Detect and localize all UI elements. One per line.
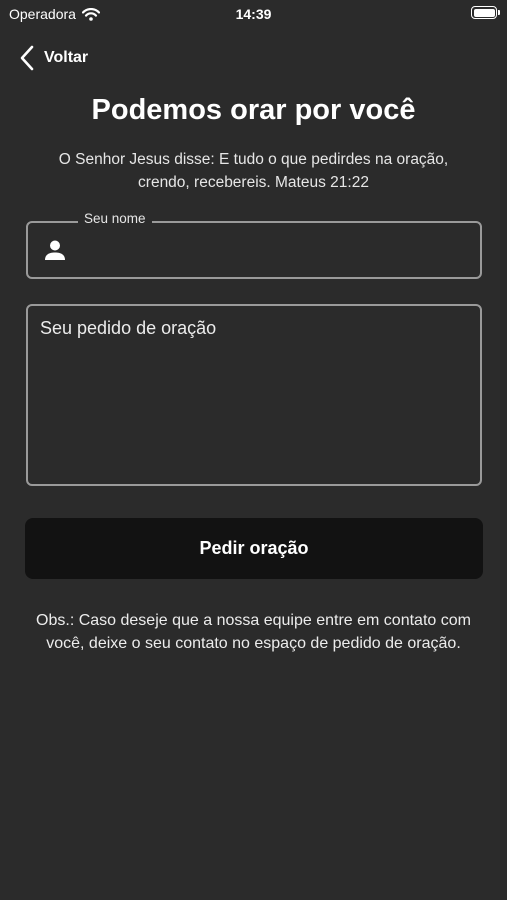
prayer-request-input[interactable] — [38, 314, 470, 476]
page-title: Podemos orar por você — [91, 94, 416, 126]
back-button[interactable]: Voltar — [20, 45, 88, 71]
name-input[interactable] — [80, 233, 468, 269]
battery-icon — [471, 6, 500, 19]
person-icon — [45, 240, 65, 260]
bible-verse: O Senhor Jesus disse: E tudo o que pedir… — [58, 151, 449, 191]
status-bar: Operadora 14:39 — [0, 0, 507, 28]
prayer-request-field[interactable] — [26, 304, 482, 486]
footer-note: Obs.: Caso deseje que a nossa equipe ent… — [36, 612, 471, 652]
submit-prayer-button-label: Pedir oração — [199, 538, 309, 558]
name-field-label: Seu nome — [78, 211, 152, 226]
name-field[interactable]: Seu nome — [26, 211, 482, 279]
back-button-label: Voltar — [44, 49, 89, 66]
submit-prayer-button[interactable]: Pedir oração — [25, 518, 483, 579]
chevron-left-icon — [20, 45, 34, 71]
status-time: 14:39 — [235, 6, 272, 22]
